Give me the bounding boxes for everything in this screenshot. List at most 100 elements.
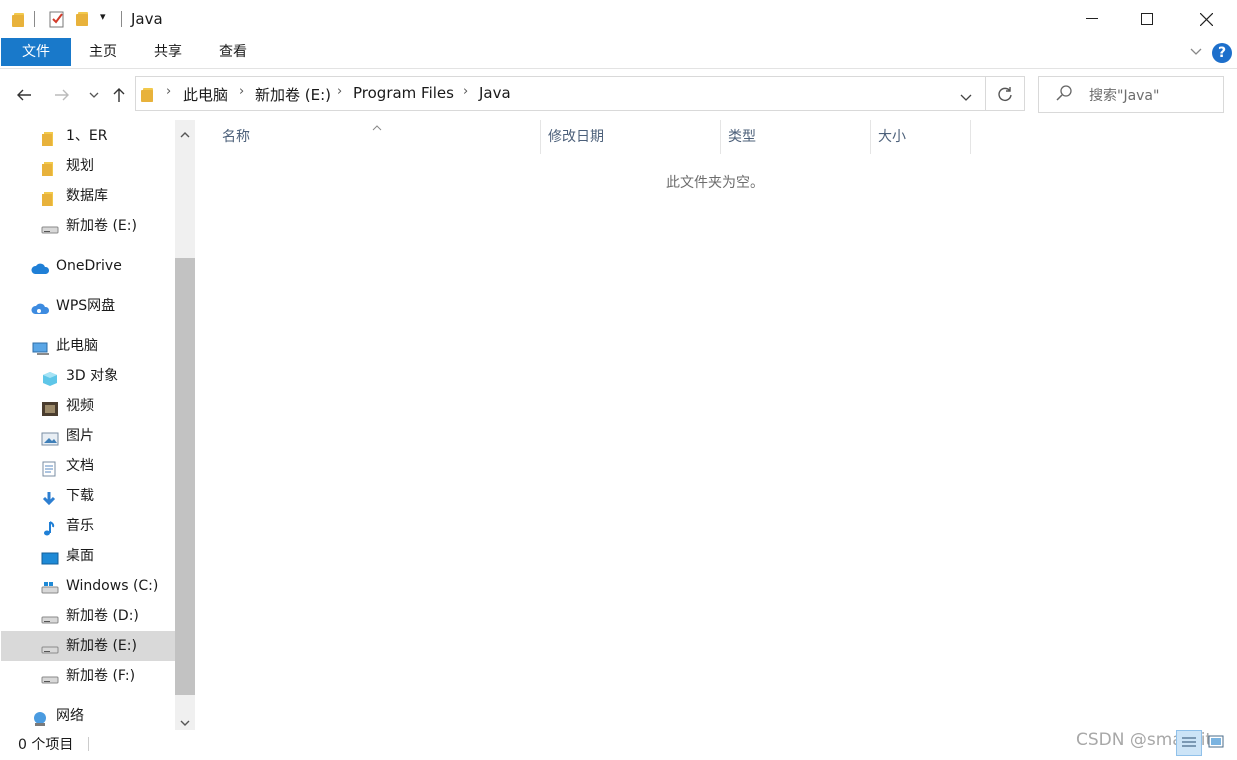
empty-folder-message: 此文件夹为空。 bbox=[666, 175, 764, 191]
3d-objects-icon bbox=[41, 368, 57, 386]
tab-view[interactable]: 查看 bbox=[210, 38, 256, 66]
recent-locations-button[interactable] bbox=[82, 82, 106, 108]
column-divider[interactable] bbox=[870, 120, 871, 154]
scroll-down-icon[interactable] bbox=[180, 714, 190, 730]
drive-icon bbox=[41, 638, 59, 654]
sidebar-item-label: 图片 bbox=[66, 428, 94, 444]
sidebar-item[interactable]: 网络 bbox=[1, 701, 175, 731]
forward-button[interactable] bbox=[50, 82, 74, 108]
sidebar-item-label: 新加卷 (F:) bbox=[66, 668, 136, 684]
downloads-icon bbox=[41, 488, 57, 506]
details-view-button[interactable] bbox=[1176, 730, 1202, 756]
sidebar-item-label: 文档 bbox=[66, 458, 94, 474]
sidebar-item[interactable]: 图片 bbox=[1, 421, 175, 451]
minimize-button[interactable] bbox=[1069, 0, 1115, 38]
sidebar-item-label: 新加卷 (E:) bbox=[66, 638, 137, 654]
folder-icon[interactable] bbox=[12, 11, 26, 27]
column-divider[interactable] bbox=[970, 120, 971, 154]
drive-icon bbox=[41, 608, 59, 624]
up-button[interactable] bbox=[107, 82, 131, 108]
breadcrumb-this-pc[interactable]: 此电脑 bbox=[183, 84, 228, 105]
column-header-name[interactable]: 名称 bbox=[222, 120, 250, 154]
chevron-right-icon[interactable]: › bbox=[337, 84, 342, 99]
sidebar-item[interactable]: OneDrive bbox=[1, 251, 175, 281]
music-icon bbox=[41, 518, 57, 536]
sidebar-item[interactable]: 下载 bbox=[1, 481, 175, 511]
sidebar-item[interactable]: 桌面 bbox=[1, 541, 175, 571]
sidebar-item-label: 桌面 bbox=[66, 548, 94, 564]
folder-icon bbox=[41, 128, 57, 146]
sidebar-item-label: 下载 bbox=[66, 488, 94, 504]
sidebar-item[interactable]: 文档 bbox=[1, 451, 175, 481]
sidebar-item-label: 新加卷 (E:) bbox=[66, 218, 137, 234]
status-item-count: 0 个项目 bbox=[18, 737, 74, 753]
sidebar-item-label: OneDrive bbox=[56, 258, 122, 274]
sidebar-item-label: 1、ER bbox=[66, 128, 108, 144]
sidebar-item[interactable]: Windows (C:) bbox=[1, 571, 175, 601]
large-icons-view-button[interactable] bbox=[1204, 730, 1230, 756]
wps-cloud-icon bbox=[31, 298, 50, 314]
sidebar-item[interactable]: 新加卷 (E:) bbox=[1, 631, 175, 661]
back-button[interactable] bbox=[12, 82, 36, 108]
computer-icon bbox=[31, 338, 49, 355]
sidebar-item-label: 规划 bbox=[66, 158, 94, 174]
new-folder-icon[interactable] bbox=[76, 10, 90, 26]
tab-share[interactable]: 共享 bbox=[145, 38, 191, 66]
documents-icon bbox=[41, 458, 57, 477]
help-icon[interactable]: ? bbox=[1212, 43, 1232, 63]
sidebar-item-label: 音乐 bbox=[66, 518, 94, 534]
sidebar-item-label: 此电脑 bbox=[56, 338, 98, 354]
scroll-up-icon[interactable] bbox=[180, 126, 190, 142]
drive-icon bbox=[41, 668, 59, 684]
customize-toolbar-icon[interactable]: ▾ bbox=[100, 10, 106, 23]
sidebar-item-label: 数据库 bbox=[66, 188, 108, 204]
sidebar-item-label: 新加卷 (D:) bbox=[66, 608, 139, 624]
address-dropdown-icon[interactable] bbox=[960, 90, 972, 106]
sidebar-item-label: WPS网盘 bbox=[56, 298, 116, 314]
search-icon bbox=[1056, 85, 1072, 105]
chevron-right-icon[interactable]: › bbox=[239, 84, 244, 99]
sidebar-item-label: 3D 对象 bbox=[66, 368, 119, 384]
sidebar-item[interactable]: 1、ER bbox=[1, 121, 175, 151]
refresh-button[interactable] bbox=[986, 76, 1025, 111]
sort-ascending-icon bbox=[372, 119, 382, 135]
tab-home[interactable]: 主页 bbox=[80, 38, 126, 66]
column-divider[interactable] bbox=[540, 120, 541, 154]
drive-icon bbox=[41, 218, 59, 234]
sidebar-item[interactable]: 视频 bbox=[1, 391, 175, 421]
quick-access-toolbar bbox=[12, 8, 26, 30]
column-divider[interactable] bbox=[720, 120, 721, 154]
network-icon bbox=[31, 708, 47, 726]
breadcrumb-program-files[interactable]: Program Files bbox=[353, 84, 454, 102]
properties-icon[interactable] bbox=[49, 10, 65, 28]
chevron-right-icon[interactable]: › bbox=[463, 84, 468, 99]
breadcrumb-java[interactable]: Java bbox=[479, 84, 511, 102]
maximize-button[interactable] bbox=[1124, 0, 1170, 38]
sidebar-item[interactable]: 数据库 bbox=[1, 181, 175, 211]
sidebar-item[interactable]: WPS网盘 bbox=[1, 291, 175, 321]
folder-icon bbox=[141, 86, 155, 102]
sidebar-item-label: 网络 bbox=[56, 708, 84, 724]
sidebar-item[interactable]: 新加卷 (D:) bbox=[1, 601, 175, 631]
column-header-date[interactable]: 修改日期 bbox=[548, 120, 604, 154]
sidebar-item[interactable]: 音乐 bbox=[1, 511, 175, 541]
sidebar-item-label: 视频 bbox=[66, 398, 94, 414]
sidebar-item[interactable]: 此电脑 bbox=[1, 331, 175, 361]
sidebar-item[interactable]: 新加卷 (F:) bbox=[1, 661, 175, 691]
search-placeholder[interactable]: 搜索"Java" bbox=[1089, 85, 1159, 105]
column-header-type[interactable]: 类型 bbox=[728, 120, 756, 154]
expand-ribbon-icon[interactable] bbox=[1190, 44, 1202, 60]
tab-file[interactable]: 文件 bbox=[1, 38, 71, 66]
sidebar-item[interactable]: 规划 bbox=[1, 151, 175, 181]
desktop-icon bbox=[41, 548, 59, 565]
sidebar-item[interactable]: 新加卷 (E:) bbox=[1, 211, 175, 241]
close-button[interactable] bbox=[1183, 0, 1229, 38]
chevron-right-icon[interactable]: › bbox=[166, 84, 171, 99]
sidebar-item[interactable]: 3D 对象 bbox=[1, 361, 175, 391]
toolbar-divider bbox=[34, 11, 35, 27]
breadcrumb-drive-e[interactable]: 新加卷 (E:) bbox=[255, 84, 331, 105]
window-title: Java bbox=[131, 10, 163, 28]
column-header-size[interactable]: 大小 bbox=[878, 120, 906, 154]
onedrive-icon bbox=[31, 258, 50, 274]
scrollbar-thumb[interactable] bbox=[175, 258, 195, 695]
